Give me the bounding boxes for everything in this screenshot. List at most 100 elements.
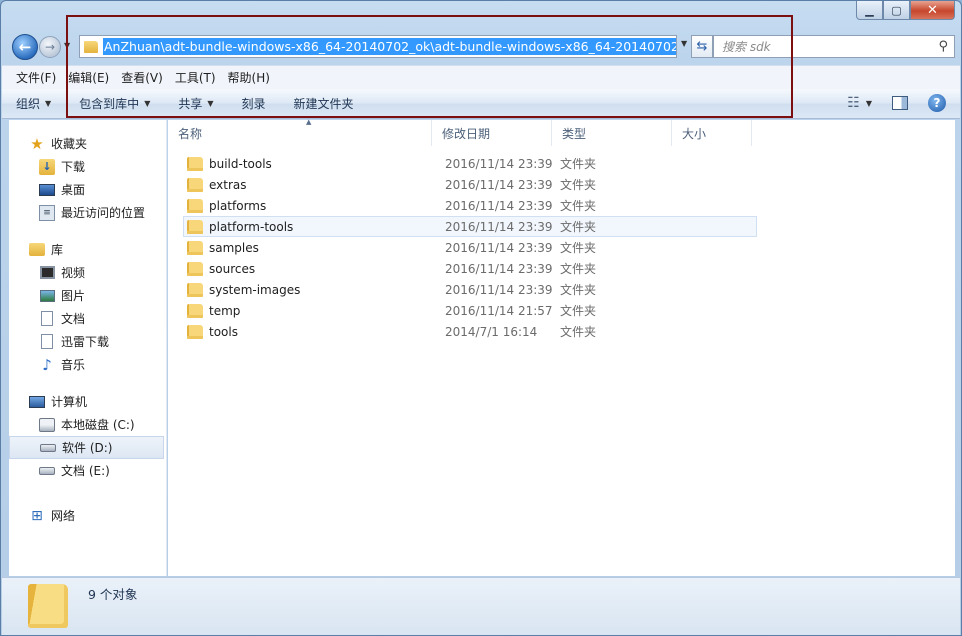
download-library-icon [39,334,55,350]
file-date: 2016/11/14 23:39 [445,156,553,171]
file-name-cell: extras [184,177,440,192]
sidebar-item-documents[interactable]: 文档 [9,307,166,330]
help-icon[interactable]: ? [928,94,946,112]
folder-icon [187,324,203,339]
chevron-down-icon: ▼ [144,99,151,108]
folder-icon [187,240,203,255]
column-name[interactable]: ▲ 名称 [168,118,432,146]
file-name-cell: platforms [184,198,440,213]
table-row[interactable]: temp 2016/11/14 21:57 文件夹 [183,300,757,321]
sidebar-item-music[interactable]: ♪ 音乐 [9,353,166,376]
caption-buttons: ▁ ▢ ✕ [856,1,955,20]
sidebar-item-drive-e[interactable]: 文档 (E:) [9,459,166,482]
sidebar-item-label: 音乐 [61,358,86,372]
preview-pane-icon[interactable] [892,96,908,110]
burn-label: 刻录 [241,97,266,111]
file-type: 文件夹 [560,220,597,234]
table-row[interactable]: platforms 2016/11/14 23:39 文件夹 [183,195,757,216]
computer-icon [29,394,45,410]
view-controls: ☷ ▼ ? [847,94,946,112]
sidebar-libraries[interactable]: 库 [9,238,166,261]
table-row[interactable]: samples 2016/11/14 23:39 文件夹 [183,237,757,258]
column-size-label: 大小 [682,126,707,141]
column-date[interactable]: 修改日期 [432,120,552,146]
close-button[interactable]: ✕ [910,1,955,20]
view-dropdown-icon[interactable]: ▼ [866,99,872,108]
menu-edit[interactable]: 编辑(E) [62,69,115,86]
table-row[interactable]: extras 2016/11/14 23:39 文件夹 [183,174,757,195]
file-name: extras [209,177,247,192]
library-icon [29,242,45,258]
table-row[interactable]: tools 2014/7/1 16:14 文件夹 [183,321,757,342]
share-button[interactable]: 共享 ▼ [178,95,213,112]
file-name-cell: tools [184,324,440,339]
organize-button[interactable]: 组织 ▼ [16,95,51,112]
video-icon [39,265,55,281]
chevron-down-icon: ▼ [207,99,214,108]
sidebar-item-recent[interactable]: ≡ 最近访问的位置 [9,201,166,224]
network-icon: ⊞ [31,507,43,524]
computer-group: 计算机 本地磁盘 (C:) 软件 (D:) 文档 (E:) [9,390,166,482]
table-row[interactable]: platform-tools 2016/11/14 23:39 文件夹 [183,216,757,237]
include-library-label: 包含到库中 [79,97,140,111]
sidebar-network[interactable]: ⊞ 网络 [9,504,166,527]
address-dropdown-icon[interactable]: ▼ [681,39,687,48]
minimize-button[interactable]: ▁ [856,1,883,20]
sidebar-favorites[interactable]: ★ 收藏夹 [9,132,166,155]
file-name-cell: sources [184,261,440,276]
folder-icon [187,219,203,234]
sidebar-item-label: 文档 (E:) [61,464,110,478]
address-path[interactable]: AnZhuan\adt-bundle-windows-x86_64-201407… [103,38,676,55]
sidebar-item-drive-d[interactable]: 软件 (D:) [9,436,164,459]
sidebar-computer[interactable]: 计算机 [9,390,166,413]
file-rows: build-tools 2016/11/14 23:39 文件夹 extras 2016… [183,153,757,342]
table-row[interactable]: build-tools 2016/11/14 23:39 文件夹 [183,153,757,174]
refresh-button[interactable]: ⇆ [691,35,713,58]
back-button[interactable]: ← [12,34,38,60]
maximize-button[interactable]: ▢ [883,1,910,20]
downloads-folder-icon: ↓ [39,158,55,175]
column-type[interactable]: 类型 [552,120,672,146]
details-pane: 9 个对象 [2,577,960,635]
recent-pages-dropdown[interactable]: ▼ [64,41,70,50]
file-date: 2016/11/14 23:39 [445,198,553,213]
folder-icon [187,156,203,171]
column-size[interactable]: 大小 [672,120,752,146]
new-folder-button[interactable]: 新建文件夹 [294,95,354,112]
file-type: 文件夹 [560,304,597,318]
file-type: 文件夹 [560,325,597,339]
file-type: 文件夹 [560,178,597,192]
burn-button[interactable]: 刻录 [242,95,266,112]
menu-view[interactable]: 查看(V) [115,69,169,86]
folder-icon [187,261,203,276]
menu-help[interactable]: 帮助(H) [222,69,276,86]
sidebar-item-downloads[interactable]: ↓ 下载 [9,155,166,178]
system-drive-icon [39,417,55,433]
sidebar-item-xunlei[interactable]: 迅雷下载 [9,330,166,353]
folder-icon [187,282,203,297]
table-row[interactable]: system-images 2016/11/14 23:39 文件夹 [183,279,757,300]
file-name: platforms [209,198,267,213]
sidebar-item-drive-c[interactable]: 本地磁盘 (C:) [9,413,166,436]
table-row[interactable]: sources 2016/11/14 23:39 文件夹 [183,258,757,279]
include-library-button[interactable]: 包含到库中 ▼ [79,95,150,112]
menu-file[interactable]: 文件(F) [10,69,62,86]
address-row: ← → ▼ AnZhuan\adt-bundle-windows-x86_64-… [9,31,955,63]
forward-button[interactable]: → [39,36,61,58]
menu-tools[interactable]: 工具(T) [169,69,222,86]
sidebar-item-label: 图片 [61,289,86,303]
search-input[interactable]: 搜索 sdk ⚲ [713,35,955,58]
view-options-icon[interactable]: ☷ [847,95,860,111]
address-bar[interactable]: AnZhuan\adt-bundle-windows-x86_64-201407… [79,35,677,58]
file-name-cell: build-tools [184,156,440,171]
sidebar-item-desktop[interactable]: 桌面 [9,178,166,201]
sidebar-item-label: 本地磁盘 (C:) [61,418,135,432]
search-icon[interactable]: ⚲ [938,39,948,54]
sidebar-item-label: 计算机 [51,395,88,409]
document-icon [39,311,55,327]
sidebar-item-pictures[interactable]: 图片 [9,284,166,307]
file-name-cell: temp [184,303,440,318]
sidebar-item-videos[interactable]: 视频 [9,261,166,284]
sidebar-item-label: 文档 [61,312,86,326]
picture-icon [39,288,55,304]
